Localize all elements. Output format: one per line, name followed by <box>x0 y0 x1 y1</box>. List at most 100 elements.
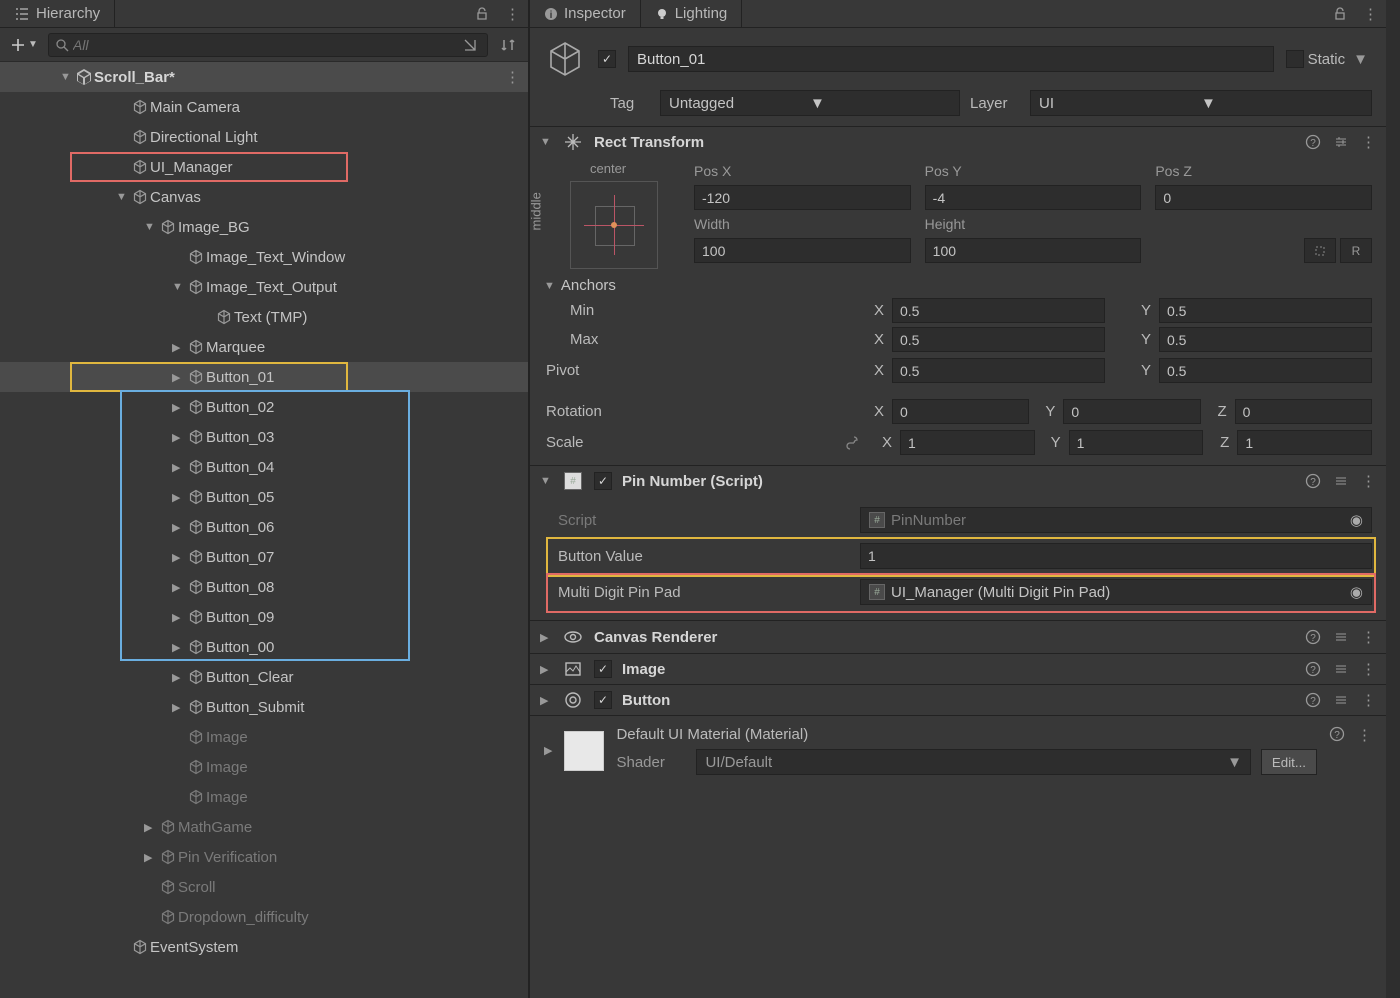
edit-material-button[interactable]: Edit... <box>1261 749 1317 775</box>
posz-input[interactable] <box>1155 185 1372 210</box>
tree-row[interactable]: ▶Button_02 <box>0 392 528 422</box>
tree-row[interactable]: Directional Light <box>0 122 528 152</box>
anchor-min-y-input[interactable] <box>1159 298 1372 323</box>
tree-row[interactable]: ▶Button_03 <box>0 422 528 452</box>
tree-row[interactable]: ▶Marquee <box>0 332 528 362</box>
tree-row[interactable]: ▶Button_Submit <box>0 692 528 722</box>
object-picker-icon[interactable]: ◉ <box>1350 583 1363 601</box>
object-picker-icon[interactable]: ◉ <box>1350 511 1363 529</box>
button-value-input[interactable] <box>860 543 1372 569</box>
rot-y-input[interactable] <box>1063 399 1200 424</box>
help-icon[interactable]: ? <box>1305 692 1321 708</box>
anchor-max-x-input[interactable] <box>892 327 1105 352</box>
fold-arrow-icon[interactable]: ▼ <box>60 71 74 83</box>
scale-x-input[interactable] <box>900 430 1035 455</box>
image-enabled-checkbox[interactable] <box>594 660 612 678</box>
tree-row[interactable]: Text (TMP) <box>0 302 528 332</box>
tree-row[interactable]: Image <box>0 752 528 782</box>
scale-link-icon[interactable] <box>844 435 866 451</box>
component-menu-icon[interactable]: ⋮ <box>1361 628 1376 646</box>
inspector-tab[interactable]: i Inspector <box>530 0 641 27</box>
inspector-menu-icon[interactable]: ⋮ <box>1355 5 1386 23</box>
tree-row[interactable]: ▶MathGame <box>0 812 528 842</box>
anchor-min-x-input[interactable] <box>892 298 1105 323</box>
scale-y-input[interactable] <box>1069 430 1204 455</box>
fold-arrow-icon[interactable]: ▼ <box>144 221 158 233</box>
static-checkbox[interactable] <box>1286 50 1304 68</box>
hierarchy-search[interactable] <box>48 33 488 57</box>
preset-icon[interactable] <box>1333 134 1349 150</box>
raw-edit-button[interactable]: R <box>1340 238 1372 263</box>
hierarchy-search-input[interactable] <box>73 37 459 53</box>
gameobject-active-checkbox[interactable] <box>598 50 616 68</box>
pivot-y-input[interactable] <box>1159 358 1372 383</box>
tree-row[interactable]: Image_Text_Window <box>0 242 528 272</box>
fold-arrow-icon[interactable]: ▶ <box>172 431 186 444</box>
fold-arrow-icon[interactable]: ▶ <box>144 851 158 864</box>
rect-transform-header[interactable]: ▼ Rect Transform ? ⋮ <box>530 127 1386 157</box>
scale-z-input[interactable] <box>1237 430 1372 455</box>
height-input[interactable] <box>925 238 1142 263</box>
create-button[interactable]: ▼ <box>6 35 42 55</box>
tree-row[interactable]: ▶Button_08 <box>0 572 528 602</box>
tree-row[interactable]: Scroll <box>0 872 528 902</box>
anchor-max-y-input[interactable] <box>1159 327 1372 352</box>
gameobject-name-input[interactable] <box>628 46 1274 72</box>
posy-input[interactable] <box>925 185 1142 210</box>
fold-arrow-icon[interactable]: ▶ <box>172 371 186 384</box>
scene-menu-icon[interactable]: ⋮ <box>505 68 520 86</box>
fold-arrow-icon[interactable]: ▶ <box>172 401 186 414</box>
tree-row[interactable]: EventSystem <box>0 932 528 962</box>
scrollbar[interactable] <box>1386 0 1400 998</box>
tree-row[interactable]: ▶Button_09 <box>0 602 528 632</box>
fold-arrow-icon[interactable]: ▶ <box>144 821 158 834</box>
fold-down-icon[interactable]: ▼ <box>540 136 552 148</box>
component-menu-icon[interactable]: ⋮ <box>1361 472 1376 490</box>
help-icon[interactable]: ? <box>1305 661 1321 677</box>
component-menu-icon[interactable]: ⋮ <box>1361 691 1376 709</box>
rot-z-input[interactable] <box>1235 399 1372 424</box>
tree-row[interactable]: ▶Button_Clear <box>0 662 528 692</box>
anchors-foldout[interactable]: ▼ Anchors <box>544 277 1372 294</box>
fold-right-icon[interactable]: ▶ <box>540 694 552 707</box>
fold-arrow-icon[interactable]: ▶ <box>172 671 186 684</box>
help-icon[interactable]: ? <box>1305 473 1321 489</box>
tree-row[interactable]: Main Camera <box>0 92 528 122</box>
preset-icon[interactable] <box>1333 629 1349 645</box>
fold-arrow-icon[interactable]: ▶ <box>172 641 186 654</box>
static-toggle[interactable]: Static ▼ <box>1286 50 1372 68</box>
fold-arrow-icon[interactable]: ▶ <box>172 461 186 474</box>
tree-row[interactable]: ▶Button_07 <box>0 542 528 572</box>
static-dropdown-icon[interactable]: ▼ <box>1349 51 1372 68</box>
fold-arrow-icon[interactable]: ▶ <box>172 551 186 564</box>
rot-x-input[interactable] <box>892 399 1029 424</box>
pivot-x-input[interactable] <box>892 358 1105 383</box>
fold-arrow-icon[interactable]: ▶ <box>172 341 186 354</box>
sort-button[interactable] <box>494 37 522 53</box>
fold-arrow-icon[interactable]: ▼ <box>116 191 130 203</box>
tree-row[interactable]: ▶Button_00 <box>0 632 528 662</box>
search-swap-icon[interactable] <box>459 38 481 52</box>
anchor-preset-button[interactable] <box>570 181 658 269</box>
fold-right-icon[interactable]: ▶ <box>544 744 552 757</box>
layer-dropdown[interactable]: UI ▼ <box>1030 90 1372 116</box>
posx-input[interactable] <box>694 185 911 210</box>
fold-arrow-icon[interactable]: ▶ <box>172 701 186 714</box>
hierarchy-tab[interactable]: Hierarchy <box>0 0 115 27</box>
fold-arrow-icon[interactable]: ▶ <box>172 521 186 534</box>
fold-arrow-icon[interactable]: ▶ <box>172 581 186 594</box>
button-enabled-checkbox[interactable] <box>594 691 612 709</box>
pin-number-header[interactable]: ▼ # Pin Number (Script) ? ⋮ <box>530 466 1386 496</box>
tree-row[interactable]: ▼Image_BG <box>0 212 528 242</box>
material-swatch[interactable] <box>564 731 604 771</box>
tree-row[interactable]: Dropdown_difficulty <box>0 902 528 932</box>
fold-right-icon[interactable]: ▶ <box>540 631 552 644</box>
fold-arrow-icon[interactable]: ▶ <box>172 491 186 504</box>
tag-dropdown[interactable]: Untagged ▼ <box>660 90 960 116</box>
component-menu-icon[interactable]: ⋮ <box>1361 133 1376 151</box>
component-menu-icon[interactable]: ⋮ <box>1361 660 1376 678</box>
preset-icon[interactable] <box>1333 692 1349 708</box>
fold-down-icon[interactable]: ▼ <box>540 475 552 487</box>
mdpp-value-box[interactable]: # UI_Manager (Multi Digit Pin Pad) ◉ <box>860 579 1372 605</box>
help-icon[interactable]: ? <box>1305 629 1321 645</box>
